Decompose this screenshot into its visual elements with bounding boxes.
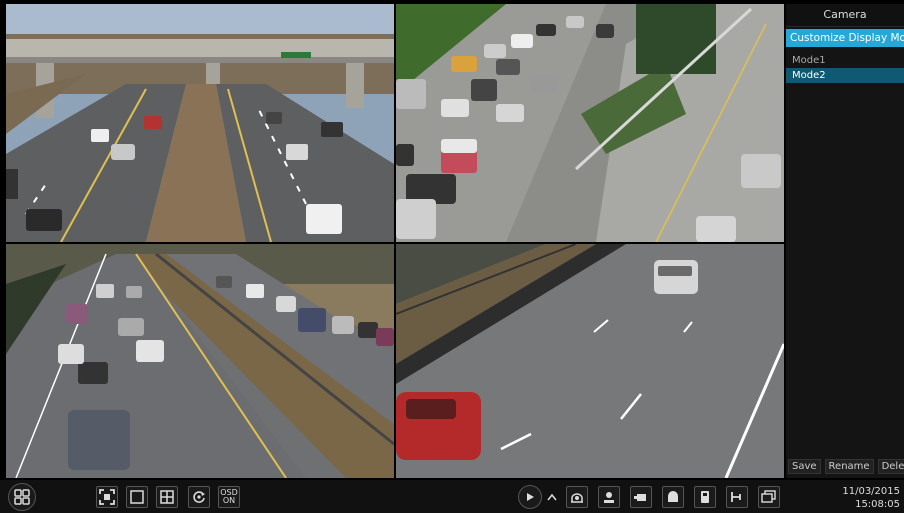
- snapshot-icon[interactable]: [598, 486, 620, 508]
- camera-feed-2[interactable]: [396, 4, 784, 242]
- camera-feed-4[interactable]: [396, 244, 784, 478]
- osd-state: ON: [222, 496, 236, 505]
- quad-view-icon[interactable]: [156, 486, 178, 508]
- mode-list: Mode1 Mode2: [786, 53, 904, 83]
- playback-icon[interactable]: [758, 486, 780, 508]
- expand-up-icon[interactable]: [544, 486, 560, 508]
- panel-button-row: Save Rename Delete: [788, 459, 904, 474]
- camera-feed-1[interactable]: [6, 4, 394, 242]
- bottom-toolbar: OSD ON 11/03/2015 15:08:05: [0, 480, 904, 513]
- camera-side-panel: Camera Customize Display Mode Mode1 Mode…: [786, 4, 904, 478]
- network-icon[interactable]: [726, 486, 748, 508]
- ptz-icon[interactable]: [566, 486, 588, 508]
- camera-image-2: [396, 4, 784, 242]
- fullscreen-icon[interactable]: [96, 486, 118, 508]
- start-menu-icon[interactable]: [8, 483, 36, 511]
- osd-icon[interactable]: OSD ON: [218, 486, 240, 508]
- camera-image-1: [6, 4, 394, 242]
- single-view-icon[interactable]: [126, 486, 148, 508]
- delete-button[interactable]: Delete: [877, 459, 904, 474]
- audio-icon[interactable]: [662, 486, 684, 508]
- save-button[interactable]: Save: [788, 459, 821, 474]
- rename-button[interactable]: Rename: [824, 459, 874, 474]
- camera-feed-3[interactable]: [6, 244, 394, 478]
- clock-time: 15:08:05: [855, 499, 900, 510]
- camera-image-3: [6, 244, 394, 478]
- clock: 11/03/2015 15:08:05: [842, 485, 900, 511]
- mode-item-1[interactable]: Mode1: [786, 53, 904, 68]
- panel-title: Camera: [786, 4, 904, 27]
- record-icon[interactable]: [630, 486, 652, 508]
- zoom-icon[interactable]: [694, 486, 716, 508]
- sequence-icon[interactable]: [188, 486, 210, 508]
- camera-image-4: [396, 244, 784, 478]
- mode-item-2[interactable]: Mode2: [786, 68, 904, 83]
- customize-display-mode-header[interactable]: Customize Display Mode: [786, 29, 904, 47]
- clock-date: 11/03/2015: [842, 486, 900, 497]
- play-icon[interactable]: [518, 485, 542, 509]
